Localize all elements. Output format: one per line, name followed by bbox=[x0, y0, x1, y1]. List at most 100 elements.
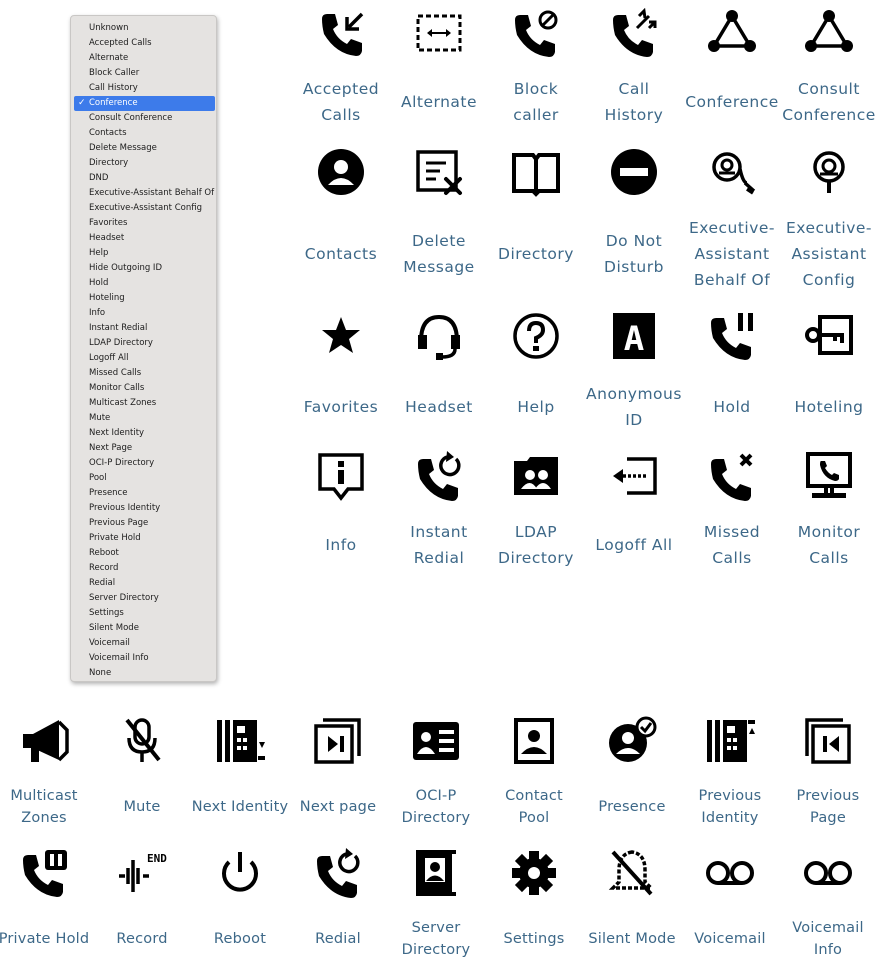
menu-item[interactable]: Accepted Calls bbox=[74, 36, 215, 51]
alternate-icon bbox=[414, 8, 464, 58]
menu-item-label: Favorites bbox=[89, 218, 128, 228]
menu-item[interactable]: Private Hold bbox=[74, 531, 215, 546]
icon-label-line: Hoteling bbox=[794, 398, 864, 416]
menu-item[interactable]: Multicast Zones bbox=[74, 396, 215, 411]
menu-item[interactable]: Block Caller bbox=[74, 66, 215, 81]
menu-item[interactable]: Instant Redial bbox=[74, 321, 215, 336]
menu-item[interactable]: Next Identity bbox=[74, 426, 215, 441]
icon-label-line: Help bbox=[517, 398, 555, 416]
menu-item-label: Call History bbox=[89, 83, 138, 93]
menu-item[interactable]: Record bbox=[74, 561, 215, 576]
menu-item[interactable]: Silent Mode bbox=[74, 621, 215, 636]
previous-page-icon bbox=[803, 716, 853, 766]
menu-item-label: Consult Conference bbox=[89, 113, 173, 123]
menu-item[interactable]: Unknown bbox=[74, 21, 215, 36]
menu-item[interactable]: Hoteling bbox=[74, 291, 215, 306]
menu-item[interactable]: Redial bbox=[74, 576, 215, 591]
icon-label-line: ID bbox=[625, 411, 643, 429]
menu-item[interactable]: DND bbox=[74, 171, 215, 186]
menu-item[interactable]: LDAP Directory bbox=[74, 336, 215, 351]
presence-icon bbox=[607, 716, 657, 766]
menu-item-label: Voicemail Info bbox=[89, 653, 149, 663]
icon-label-line: Call bbox=[618, 80, 650, 98]
icon-label-line: Next page bbox=[299, 799, 377, 815]
menu-item[interactable]: Voicemail bbox=[74, 636, 215, 651]
menu-item[interactable]: Headset bbox=[74, 231, 215, 246]
icon-label: Private Hold bbox=[0, 928, 97, 950]
menu-item[interactable]: Call History bbox=[74, 81, 215, 96]
menu-item-label: Multicast Zones bbox=[89, 398, 157, 408]
icon-label-line: Previous bbox=[796, 788, 860, 804]
menu-item[interactable]: Missed Calls bbox=[74, 366, 215, 381]
menu-item[interactable]: Voicemail Info bbox=[74, 651, 215, 666]
menu-item-label: Presence bbox=[89, 488, 128, 498]
icon-label-line: Accepted bbox=[302, 80, 380, 98]
menu-item-label: Record bbox=[89, 563, 119, 573]
icon-label-line: Calls bbox=[712, 549, 752, 567]
icon-label-line: Assistant bbox=[791, 245, 867, 263]
menu-item[interactable]: Executive-Assistant Behalf Of bbox=[74, 186, 215, 201]
menu-item-label: Headset bbox=[89, 233, 125, 243]
icon-label-line: Mute bbox=[123, 799, 161, 815]
icon-label-line: Instant bbox=[410, 523, 468, 541]
icon-label-line: Conference bbox=[685, 93, 779, 111]
menu-item-label: OCI-P Directory bbox=[89, 458, 155, 468]
logoff-all-icon bbox=[609, 451, 659, 501]
icon-label-line: Favorites bbox=[303, 398, 379, 416]
icon-label: Next Identity bbox=[187, 796, 293, 818]
icon-label: Executive- Assistant Behalf Of bbox=[679, 215, 785, 293]
menu-item[interactable]: Favorites bbox=[74, 216, 215, 231]
icon-label-line: Info bbox=[813, 942, 843, 958]
menu-item-label: Logoff All bbox=[89, 353, 129, 363]
menu-item[interactable]: Alternate bbox=[74, 51, 215, 66]
missed-calls-icon bbox=[707, 451, 757, 501]
menu-item[interactable]: Presence bbox=[74, 486, 215, 501]
menu-item[interactable]: Next Page bbox=[74, 441, 215, 456]
menu-item[interactable]: Server Directory bbox=[74, 591, 215, 606]
menu-item[interactable]: Delete Message bbox=[74, 141, 215, 156]
icon-label-line: Calls bbox=[809, 549, 849, 567]
menu-item[interactable]: Consult Conference bbox=[74, 111, 215, 126]
hoteling-icon bbox=[804, 311, 854, 361]
menu-item-label: Hoteling bbox=[89, 293, 125, 303]
record-icon: END bbox=[117, 848, 167, 898]
monitor-calls-icon bbox=[804, 451, 854, 501]
icon-label-line: Headset bbox=[405, 398, 473, 416]
icon-label: Mute bbox=[89, 796, 195, 818]
menu-item-label: Accepted Calls bbox=[89, 38, 152, 48]
menu-item[interactable]: Contacts bbox=[74, 126, 215, 141]
menu-item[interactable]: Info bbox=[74, 306, 215, 321]
favorites-icon bbox=[316, 311, 366, 361]
menu-item-label: Hold bbox=[89, 278, 109, 288]
icon-label-line: Voicemail bbox=[694, 931, 766, 947]
block-caller-icon bbox=[511, 8, 561, 58]
menu-item[interactable]: Hide Outgoing ID bbox=[74, 261, 215, 276]
icon-label: Alternate bbox=[386, 89, 492, 115]
menu-item[interactable]: OCI-P Directory bbox=[74, 456, 215, 471]
menu-item[interactable]: Reboot bbox=[74, 546, 215, 561]
info-icon bbox=[316, 451, 366, 501]
menu-item[interactable]: Hold bbox=[74, 276, 215, 291]
menu-item[interactable]: ✓ Conference bbox=[74, 96, 215, 111]
menu-item[interactable]: Monitor Calls bbox=[74, 381, 215, 396]
menu-item[interactable]: Directory bbox=[74, 156, 215, 171]
next-identity-icon bbox=[215, 716, 265, 766]
menu-item[interactable]: Mute bbox=[74, 411, 215, 426]
menu-item-label: Missed Calls bbox=[89, 368, 142, 378]
menu-item[interactable]: Executive-Assistant Config bbox=[74, 201, 215, 216]
menu-item[interactable]: Pool bbox=[74, 471, 215, 486]
icon-label: Instant Redial bbox=[386, 519, 492, 571]
menu-item[interactable]: Previous Page bbox=[74, 516, 215, 531]
menu-item[interactable]: Previous Identity bbox=[74, 501, 215, 516]
menu-item-label: Conference bbox=[89, 98, 138, 108]
icon-label-line: Contact bbox=[505, 788, 563, 804]
icon-label: Hold bbox=[679, 394, 785, 420]
icon-label-line: Private Hold bbox=[0, 931, 90, 947]
icon-label: Reboot bbox=[187, 928, 293, 950]
icon-label: Voicemail bbox=[677, 928, 783, 950]
icon-label-line: Voicemail bbox=[792, 920, 864, 936]
menu-item[interactable]: Settings bbox=[74, 606, 215, 621]
menu-item[interactable]: Help bbox=[74, 246, 215, 261]
menu-item[interactable]: None bbox=[74, 666, 215, 681]
menu-item[interactable]: Logoff All bbox=[74, 351, 215, 366]
